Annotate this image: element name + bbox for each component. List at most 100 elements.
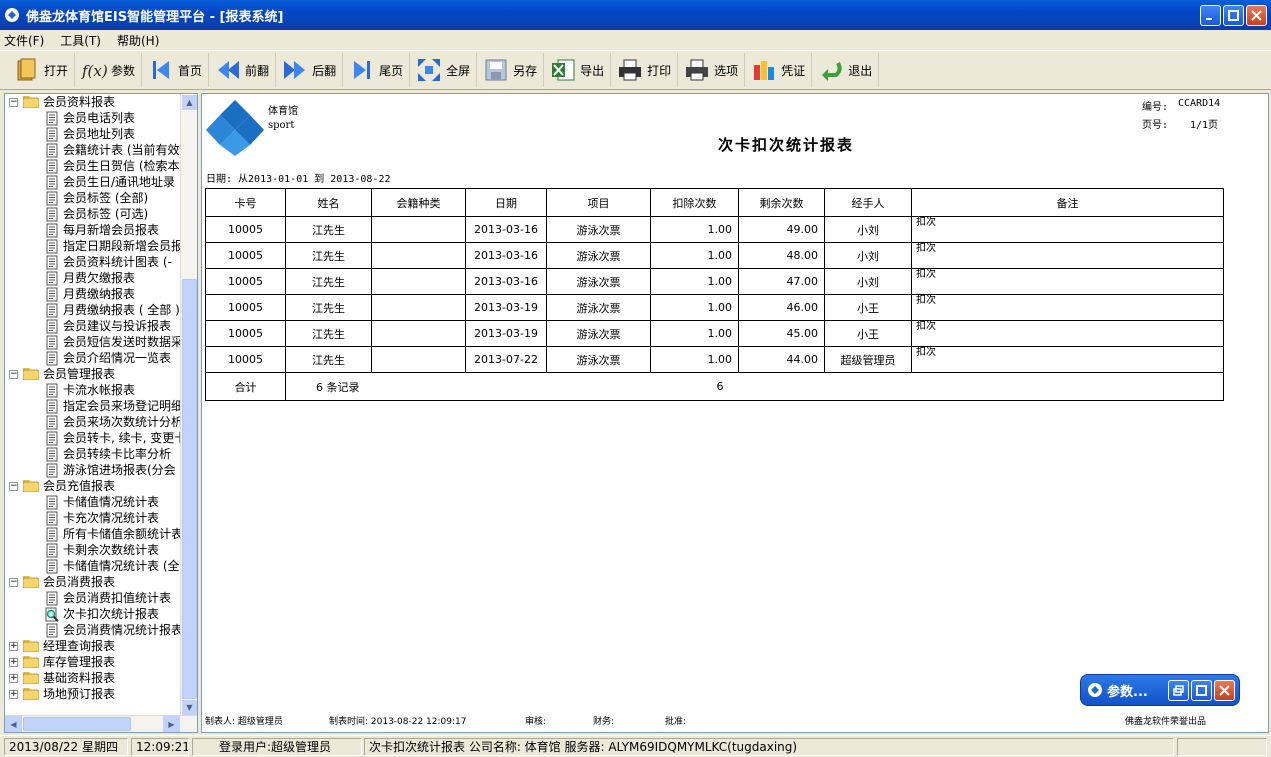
maximize-button[interactable] bbox=[1223, 5, 1244, 26]
expand-icon[interactable]: + bbox=[9, 674, 18, 683]
cell-membership bbox=[371, 242, 466, 269]
voucher-button[interactable]: 凭证 bbox=[745, 53, 813, 87]
collapse-icon[interactable]: − bbox=[9, 578, 18, 587]
expand-icon[interactable]: + bbox=[9, 642, 18, 651]
tree-item[interactable]: 会员建议与投诉报表 bbox=[5, 318, 181, 334]
document-icon bbox=[46, 383, 58, 398]
tree-item[interactable]: 月费欠缴报表 bbox=[5, 270, 181, 286]
tree-item[interactable]: 月费缴纳报表 ( 全部 ) bbox=[5, 302, 181, 318]
scroll-up-icon[interactable]: ▲ bbox=[181, 94, 197, 111]
col-note: 备注 bbox=[911, 188, 1224, 217]
tree-item[interactable]: 会员消费情况统计报表 bbox=[5, 622, 181, 638]
tree-item[interactable]: 卡流水帐报表 bbox=[5, 382, 181, 398]
tree-folder[interactable]: + 场地预订报表 bbox=[5, 686, 181, 702]
tree-item-label: 会员资料统计图表 (- bbox=[63, 255, 172, 269]
document-icon bbox=[46, 287, 58, 302]
collapse-icon[interactable]: − bbox=[9, 482, 18, 491]
tree-item[interactable]: 会员电话列表 bbox=[5, 110, 181, 126]
tree-item-label: 会员消费扣值统计表 bbox=[63, 591, 172, 605]
report-viewer: 体育馆 sport 次卡扣次统计报表 编号: CCARD14 页号: 1/1页 … bbox=[201, 93, 1269, 733]
prev-page-button[interactable]: 前翻 bbox=[209, 53, 277, 87]
scroll-thumb[interactable] bbox=[182, 279, 197, 699]
params-maximize-button[interactable] bbox=[1191, 680, 1212, 701]
document-icon bbox=[46, 335, 58, 350]
options-button[interactable]: 选项 bbox=[678, 53, 746, 87]
tree-item[interactable]: 会员来场次数统计分析 bbox=[5, 414, 181, 430]
tree-vertical-scrollbar[interactable]: ▲ ▼ bbox=[180, 94, 197, 716]
tree-folder[interactable]: − 会员资料报表 bbox=[5, 94, 181, 110]
tree-item[interactable]: 卡储值情况统计表 (全 bbox=[5, 558, 181, 574]
menu-tools[interactable]: 工具(T) bbox=[60, 32, 101, 49]
cell-remain: 45.00 bbox=[738, 320, 825, 347]
tree-folder[interactable]: + 经理查询报表 bbox=[5, 638, 181, 654]
next-page-button[interactable]: 后翻 bbox=[276, 53, 344, 87]
tree-item[interactable]: 所有卡储值余额统计表 bbox=[5, 526, 181, 542]
tree-item[interactable]: 会员生日/通讯地址录 bbox=[5, 174, 181, 190]
tree-item[interactable]: 月费缴纳报表 bbox=[5, 286, 181, 302]
menu-file[interactable]: 文件(F) bbox=[4, 32, 44, 49]
save-as-button[interactable]: 另存 bbox=[477, 53, 545, 87]
tree-item-label: 会员消费情况统计报表 bbox=[63, 623, 181, 637]
expand-icon[interactable]: + bbox=[9, 690, 18, 699]
tree-item[interactable]: 每月新增会员报表 bbox=[5, 222, 181, 238]
params-window[interactable]: 参数... bbox=[1080, 674, 1240, 706]
close-button[interactable] bbox=[1246, 5, 1267, 26]
total-records: 6 条记录 bbox=[285, 372, 651, 401]
tree-item[interactable]: 会员生日贺信 (检索本 bbox=[5, 158, 181, 174]
tree-item[interactable]: 指定会员来场登记明细 bbox=[5, 398, 181, 414]
tree-horizontal-scrollbar[interactable]: ◀ ▶ bbox=[5, 715, 197, 732]
print-button[interactable]: 打印 bbox=[611, 53, 679, 87]
document-icon bbox=[46, 495, 58, 510]
tree-folder[interactable]: + 基础资料报表 bbox=[5, 670, 181, 686]
params-restore-button[interactable] bbox=[1168, 680, 1189, 701]
params-close-button[interactable] bbox=[1214, 680, 1235, 701]
open-button[interactable]: 打开 bbox=[8, 53, 76, 87]
tree-item[interactable]: 会籍统计表 (当前有效 bbox=[5, 142, 181, 158]
cell-remain: 48.00 bbox=[738, 242, 825, 269]
tree-item[interactable]: 卡储值情况统计表 bbox=[5, 494, 181, 510]
prev-label: 前翻 bbox=[245, 63, 270, 78]
cell-handler: 小刘 bbox=[824, 242, 912, 269]
tree-folder[interactable]: − 会员消费报表 bbox=[5, 574, 181, 590]
cell-item: 游泳次票 bbox=[546, 346, 651, 373]
last-page-button[interactable]: 尾页 bbox=[343, 53, 411, 87]
tree-item[interactable]: 会员地址列表 bbox=[5, 126, 181, 142]
collapse-icon[interactable]: − bbox=[9, 98, 18, 107]
tree-folder[interactable]: − 会员充值报表 bbox=[5, 478, 181, 494]
expand-icon[interactable]: + bbox=[9, 658, 18, 667]
scroll-down-icon[interactable]: ▼ bbox=[181, 699, 197, 716]
params-button[interactable]: f(x) 参数 bbox=[75, 53, 143, 87]
cell-item: 游泳次票 bbox=[546, 216, 651, 243]
exit-button[interactable]: 退出 bbox=[812, 53, 880, 87]
cell-date: 2013-03-16 bbox=[465, 216, 547, 243]
scroll-left-icon[interactable]: ◀ bbox=[5, 716, 22, 732]
tree-item[interactable]: 会员转卡, 续卡, 变更卡 bbox=[5, 430, 181, 446]
tree-item[interactable]: 卡充次情况统计表 bbox=[5, 510, 181, 526]
document-icon bbox=[46, 399, 58, 414]
tree-folder[interactable]: − 会员管理报表 bbox=[5, 366, 181, 382]
collapse-icon[interactable]: − bbox=[9, 370, 18, 379]
tree-item[interactable]: 次卡扣次统计报表 bbox=[5, 606, 181, 622]
tree-item[interactable]: 会员资料统计图表 (- bbox=[5, 254, 181, 270]
tree-item[interactable]: 卡剩余次数统计表 bbox=[5, 542, 181, 558]
open-label: 打开 bbox=[44, 63, 69, 78]
tree-folder[interactable]: + 库存管理报表 bbox=[5, 654, 181, 670]
tree-item[interactable]: 会员标签 (可选) bbox=[5, 206, 181, 222]
minimize-button[interactable] bbox=[1200, 5, 1221, 26]
next-label: 后翻 bbox=[312, 63, 337, 78]
tree-item[interactable]: 指定日期段新增会员报 bbox=[5, 238, 181, 254]
scroll-right-icon[interactable]: ▶ bbox=[163, 716, 180, 732]
export-button[interactable]: 导出 bbox=[544, 53, 612, 87]
menu-help[interactable]: 帮助(H) bbox=[117, 32, 159, 49]
tree-item[interactable]: 会员标签 (全部) bbox=[5, 190, 181, 206]
hscroll-thumb[interactable] bbox=[23, 717, 131, 731]
tree-item[interactable]: 游泳馆进场报表(分会 bbox=[5, 462, 181, 478]
fullscreen-button[interactable]: 全屏 bbox=[410, 53, 478, 87]
tree-item[interactable]: 会员转续卡比率分析 bbox=[5, 446, 181, 462]
tree-item[interactable]: 会员消费扣值统计表 bbox=[5, 590, 181, 606]
first-page-button[interactable]: 首页 bbox=[142, 53, 210, 87]
cell-item: 游泳次票 bbox=[546, 268, 651, 295]
tree-item[interactable]: 会员短信发送时数据采 bbox=[5, 334, 181, 350]
tree-item[interactable]: 会员介绍情况一览表 bbox=[5, 350, 181, 366]
cell-card: 10005 bbox=[205, 320, 286, 347]
